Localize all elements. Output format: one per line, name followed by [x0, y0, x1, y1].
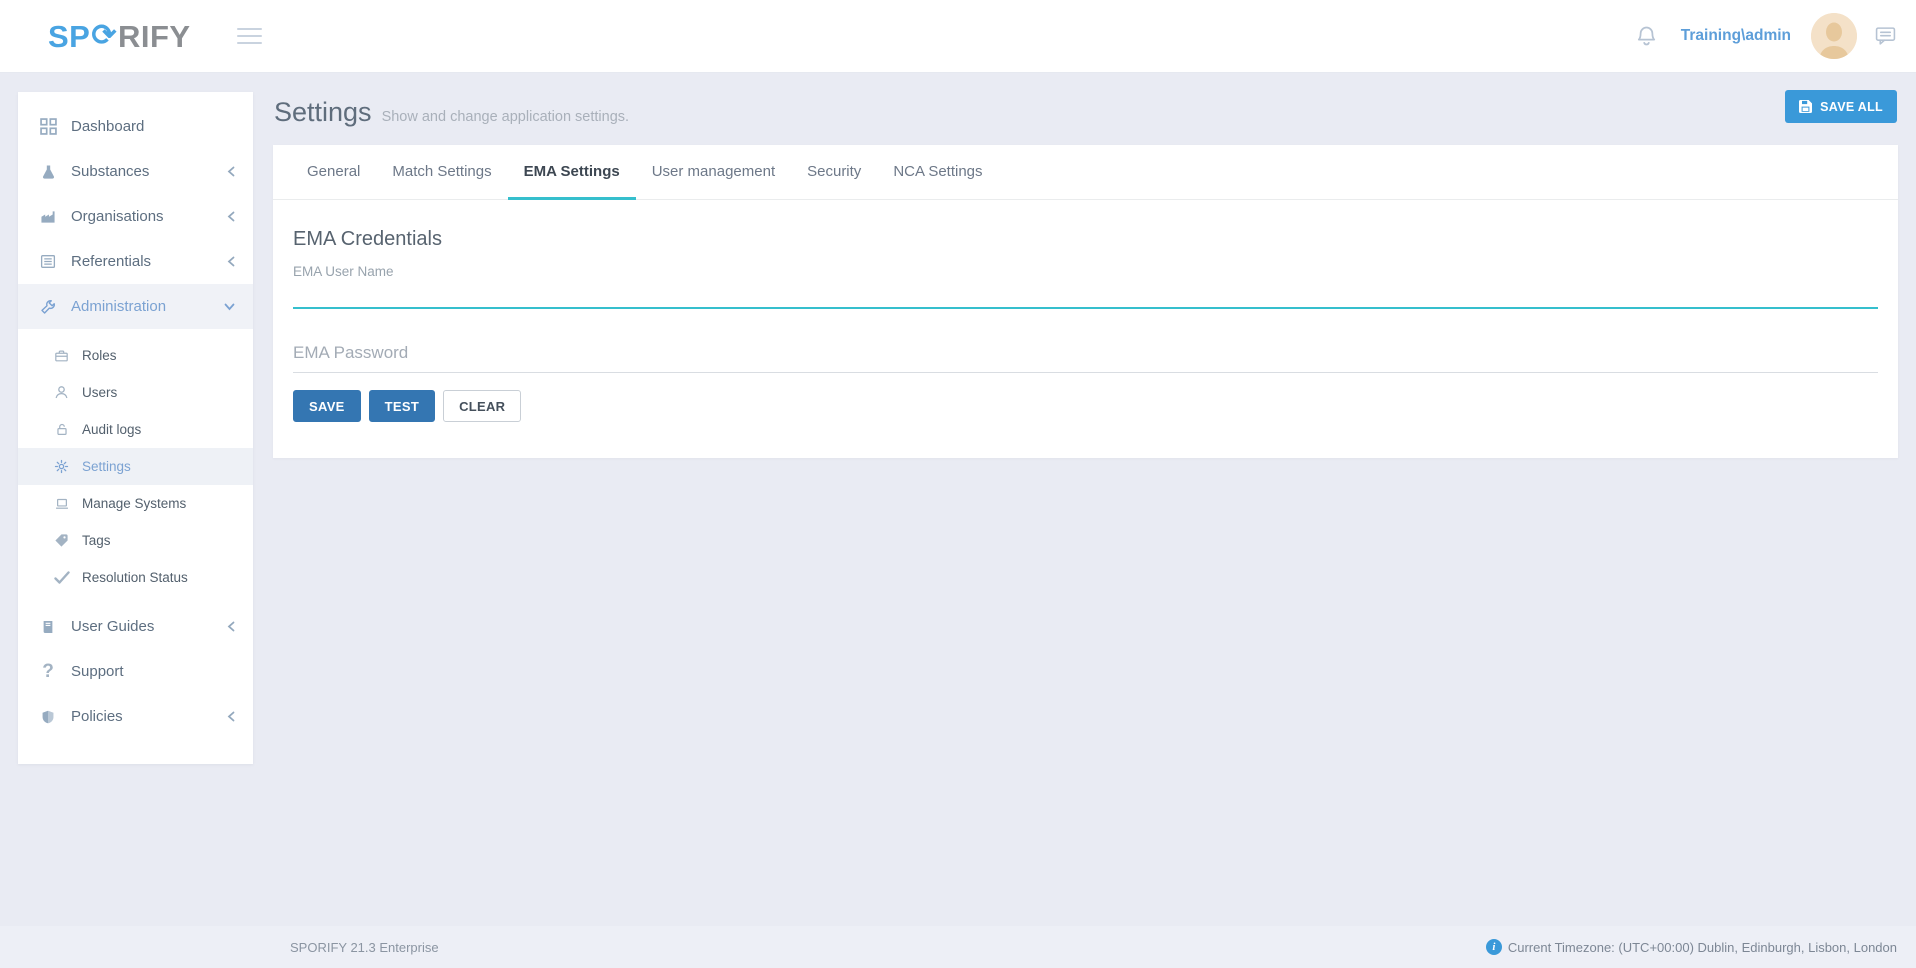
chevron-left-icon — [227, 166, 235, 177]
page-subtitle: Show and change application settings. — [382, 109, 629, 125]
sidebar-item-label: Audit logs — [82, 422, 141, 437]
sidebar-item-users[interactable]: Users — [18, 374, 253, 411]
top-bar: SP⟳RIFY Training\admin — [0, 0, 1916, 73]
avatar[interactable] — [1811, 13, 1857, 59]
floppy-icon — [1799, 100, 1812, 113]
user-menu[interactable]: Training\admin — [1681, 27, 1791, 45]
sidebar-item-label: Referentials — [71, 253, 151, 270]
check-icon — [53, 571, 70, 584]
tag-icon — [53, 533, 70, 548]
administration-submenu: Roles Users Audit logs — [18, 329, 253, 604]
chevron-left-icon — [227, 256, 235, 267]
logo-text-left: SP — [48, 21, 90, 52]
chevron-down-icon — [224, 303, 235, 311]
sidebar-item-substances[interactable]: Substances — [18, 149, 253, 194]
flask-icon — [38, 164, 58, 180]
section-title: EMA Credentials — [293, 228, 1878, 251]
sidebar-item-policies[interactable]: Policies — [18, 694, 253, 739]
page-header: Settings Show and change application set… — [274, 97, 629, 128]
book-icon — [38, 619, 58, 635]
factory-icon — [38, 209, 58, 224]
sidebar-item-label: Roles — [82, 348, 117, 363]
list-icon — [38, 254, 58, 269]
sidebar-item-label: Dashboard — [71, 118, 144, 135]
bell-icon[interactable] — [1636, 25, 1657, 48]
gear-icon — [53, 459, 70, 474]
sidebar-item-label: Tags — [82, 533, 111, 548]
sidebar-item-label: Administration — [71, 298, 166, 315]
sidebar-item-tags[interactable]: Tags — [18, 522, 253, 559]
top-bar-right: Training\admin — [1636, 13, 1904, 59]
settings-tabs: General Match Settings EMA Settings User… — [273, 145, 1898, 200]
page-title: Settings — [274, 97, 372, 128]
tab-nca-settings[interactable]: NCA Settings — [877, 145, 998, 200]
sync-arrows-icon: ⟳ — [91, 21, 117, 51]
chat-icon[interactable] — [1875, 26, 1896, 46]
sidebar-item-label: Support — [71, 663, 124, 680]
sidebar-item-administration[interactable]: Administration — [18, 284, 253, 329]
ema-password-input[interactable] — [293, 333, 1878, 373]
wrench-icon — [38, 299, 58, 315]
save-button[interactable]: SAVE — [293, 390, 361, 422]
save-all-button[interactable]: SAVE ALL — [1785, 90, 1897, 123]
ema-settings-content: EMA Credentials EMA User Name SAVE TEST … — [273, 200, 1898, 422]
sidebar-item-audit-logs[interactable]: Audit logs — [18, 411, 253, 448]
user-icon — [53, 385, 70, 400]
timezone-info: i Current Timezone: (UTC+00:00) Dublin, … — [1486, 939, 1897, 955]
sidebar-item-support[interactable]: ? Support — [18, 649, 253, 694]
sporify-logo[interactable]: SP⟳RIFY — [48, 21, 191, 52]
sidebar-item-label: Manage Systems — [82, 496, 186, 511]
tab-ema-settings[interactable]: EMA Settings — [508, 145, 636, 200]
chevron-left-icon — [227, 711, 235, 722]
question-icon: ? — [38, 661, 58, 683]
form-actions: SAVE TEST CLEAR — [293, 390, 1878, 422]
sidebar-item-label: Resolution Status — [82, 570, 188, 585]
laptop-icon — [53, 497, 70, 511]
timezone-text: Current Timezone: (UTC+00:00) Dublin, Ed… — [1508, 940, 1897, 955]
lock-icon — [53, 422, 70, 437]
sidebar-item-referentials[interactable]: Referentials — [18, 239, 253, 284]
footer: SPORIFY 21.3 Enterprise i Current Timezo… — [0, 926, 1916, 968]
chevron-left-icon — [227, 211, 235, 222]
tab-user-management[interactable]: User management — [636, 145, 791, 200]
test-button[interactable]: TEST — [369, 390, 435, 422]
sidebar-item-label: Policies — [71, 708, 123, 725]
chevron-left-icon — [227, 621, 235, 632]
sidebar: Dashboard Substances Organisations — [18, 92, 253, 764]
save-all-label: SAVE ALL — [1820, 100, 1883, 114]
briefcase-icon — [53, 349, 70, 363]
info-icon: i — [1486, 939, 1502, 955]
shield-icon — [38, 709, 58, 725]
clear-button[interactable]: CLEAR — [443, 390, 521, 422]
sidebar-item-label: Substances — [71, 163, 149, 180]
grid-icon — [38, 118, 58, 135]
sidebar-item-roles[interactable]: Roles — [18, 337, 253, 374]
hamburger-icon[interactable] — [235, 17, 264, 55]
ema-username-label: EMA User Name — [293, 264, 1878, 279]
logo-text-right: RIFY — [118, 21, 191, 52]
sidebar-item-dashboard[interactable]: Dashboard — [18, 104, 253, 149]
sidebar-item-resolution-status[interactable]: Resolution Status — [18, 559, 253, 596]
settings-panel: General Match Settings EMA Settings User… — [273, 145, 1898, 458]
sidebar-item-label: User Guides — [71, 618, 154, 635]
sidebar-item-organisations[interactable]: Organisations — [18, 194, 253, 239]
sidebar-item-manage-systems[interactable]: Manage Systems — [18, 485, 253, 522]
sidebar-item-label: Users — [82, 385, 117, 400]
ema-username-input[interactable] — [293, 279, 1878, 309]
sidebar-item-label: Settings — [82, 459, 131, 474]
app-version: SPORIFY 21.3 Enterprise — [290, 940, 439, 955]
sidebar-item-user-guides[interactable]: User Guides — [18, 604, 253, 649]
sidebar-item-label: Organisations — [71, 208, 164, 225]
app-root: SP⟳RIFY Training\admin — [0, 0, 1916, 968]
tab-security[interactable]: Security — [791, 145, 877, 200]
sidebar-item-settings[interactable]: Settings — [18, 448, 253, 485]
tab-match-settings[interactable]: Match Settings — [376, 145, 507, 200]
tab-general[interactable]: General — [291, 145, 376, 200]
